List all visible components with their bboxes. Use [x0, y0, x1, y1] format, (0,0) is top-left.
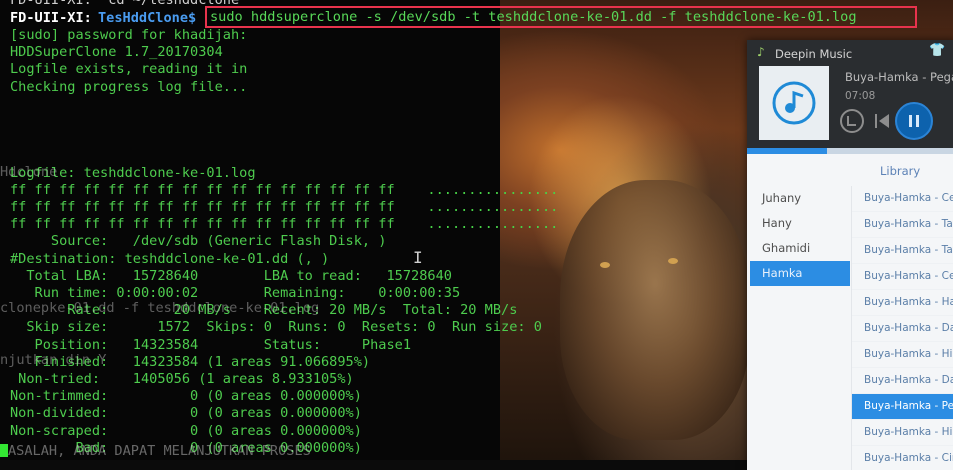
- lion-eye-left: [600, 262, 610, 268]
- library-tab[interactable]: Library: [880, 164, 920, 178]
- previous-track-icon[interactable]: [871, 110, 893, 132]
- music-player-window[interactable]: ♪ Deepin Music 👕 Buya-Hamka - Pega 07:08: [747, 40, 953, 470]
- pause-button[interactable]: [895, 102, 933, 140]
- terminal-output-line: HDDSuperClone 1.7_20170304: [10, 44, 223, 61]
- terminal-output-line: #Destination: teshddclone-ke-01.dd (, ): [10, 250, 330, 267]
- track-item[interactable]: Buya-Hamka - Hid: [852, 420, 953, 446]
- terminal-last-line: ASALAH, ANDA DAPAT MELANJUTKAN PROSES: [0, 443, 311, 460]
- pause-icon: [909, 115, 919, 127]
- terminal-output-line: Checking progress log file...: [10, 78, 248, 95]
- ghost-text: Hdclone: [0, 164, 58, 180]
- artist-item[interactable]: Juhany: [750, 186, 850, 211]
- terminal-output-line: Non-trimmed: 0 (0 areas 0.000000%): [10, 388, 362, 405]
- terminal-output-line: Non-tried: 1405056 (1 areas 8.933105%): [10, 371, 354, 387]
- ascii-dump: ................: [427, 216, 559, 233]
- terminal-output-line: Total LBA: 15728640 LBA to read: 1572864…: [10, 267, 452, 284]
- prompt-directory: TesHddClone$: [98, 10, 197, 26]
- track-item[interactable]: Buya-Hamka - Cer: [852, 264, 953, 290]
- terminal-output-line: Non-divided: 0 (0 areas 0.000000%): [10, 405, 362, 422]
- playback-progress-bar[interactable]: [747, 148, 953, 154]
- lyrics-icon[interactable]: [839, 108, 865, 134]
- terminal-output-line: Source: /dev/sdb (Generic Flash Disk, ): [10, 233, 387, 250]
- ghost-text: clonepke-01.dd -f teshddclone-ke-01.log: [0, 300, 320, 316]
- terminal-window[interactable]: FD-UII-XI: cd ~/teshddclone FD-UII-XI: T…: [0, 0, 917, 460]
- track-list: Buya-Hamka - Ce Buya-Hamka - Taf Buya-Hamk…: [851, 186, 953, 470]
- track-item[interactable]: Buya-Hamka - Ce: [852, 186, 953, 212]
- app-title: Deepin Music: [775, 47, 853, 61]
- terminal-output-line: ff ff ff ff ff ff ff ff ff ff ff ff ff f…: [10, 181, 559, 198]
- terminal-output-line: Non-scraped: 0 (0 areas 0.000000%): [10, 422, 362, 439]
- music-titlebar: ♪ Deepin Music 👕 Buya-Hamka - Pega 07:08: [747, 40, 953, 148]
- skin-icon[interactable]: 👕: [929, 43, 945, 58]
- terminal-output-line: ff ff ff ff ff ff ff ff ff ff ff ff ff f…: [10, 199, 559, 215]
- artist-item[interactable]: Hamka: [750, 261, 850, 286]
- track-item[interactable]: Buya-Hamka - Da: [852, 316, 953, 342]
- track-item[interactable]: Buya-Hamka - Pe: [852, 394, 953, 420]
- ascii-dump: ................: [427, 199, 559, 215]
- track-item[interactable]: Buya-Hamka - Hid: [852, 342, 953, 368]
- artist-list: Juhany Hany Ghamidi Hamka: [750, 186, 850, 286]
- highlighted-command: sudo hddsuperclone -s /dev/sdb -t teshdd…: [205, 6, 917, 28]
- ascii-dump: ................: [427, 181, 559, 198]
- artist-item[interactable]: Ghamidi: [750, 236, 850, 261]
- lion-eye-right: [668, 258, 678, 264]
- track-item[interactable]: Buya-Hamka - Cin: [852, 446, 953, 470]
- ghost-text: njutkan din Y: [0, 352, 115, 368]
- terminal-output-line: [sudo] password for khadijah:: [10, 27, 248, 43]
- terminal-output-line: Logfile exists, reading it in: [10, 61, 248, 78]
- cursor-block: [0, 444, 8, 457]
- artist-item[interactable]: Hany: [750, 211, 850, 236]
- text-cursor-icon: I: [413, 248, 423, 267]
- track-item[interactable]: Buya-Hamka - Ha: [852, 290, 953, 316]
- progress-fill: [747, 148, 827, 154]
- album-cover[interactable]: [759, 66, 829, 140]
- track-item[interactable]: Buya-Hamka - Da: [852, 368, 953, 394]
- terminal-output-line: Skip size: 1572 Skips: 0 Runs: 0 Resets:…: [10, 319, 542, 336]
- track-item[interactable]: Buya-Hamka - Taf: [852, 212, 953, 238]
- terminal-output-line: ff ff ff ff ff ff ff ff ff ff ff ff ff f…: [10, 216, 559, 233]
- song-title: Buya-Hamka - Pega: [845, 70, 953, 84]
- lion-image: [560, 180, 750, 440]
- ghost-text: ASALAH, ANDA DAPAT MELANJUTKAN PROSES: [8, 443, 311, 459]
- track-item[interactable]: Buya-Hamka - Taf: [852, 238, 953, 264]
- song-time: 07:08: [845, 90, 876, 102]
- album-cover-icon: [772, 81, 816, 125]
- music-note-icon: ♪: [757, 45, 765, 59]
- prompt-host: FD-UII-XI:: [10, 10, 92, 26]
